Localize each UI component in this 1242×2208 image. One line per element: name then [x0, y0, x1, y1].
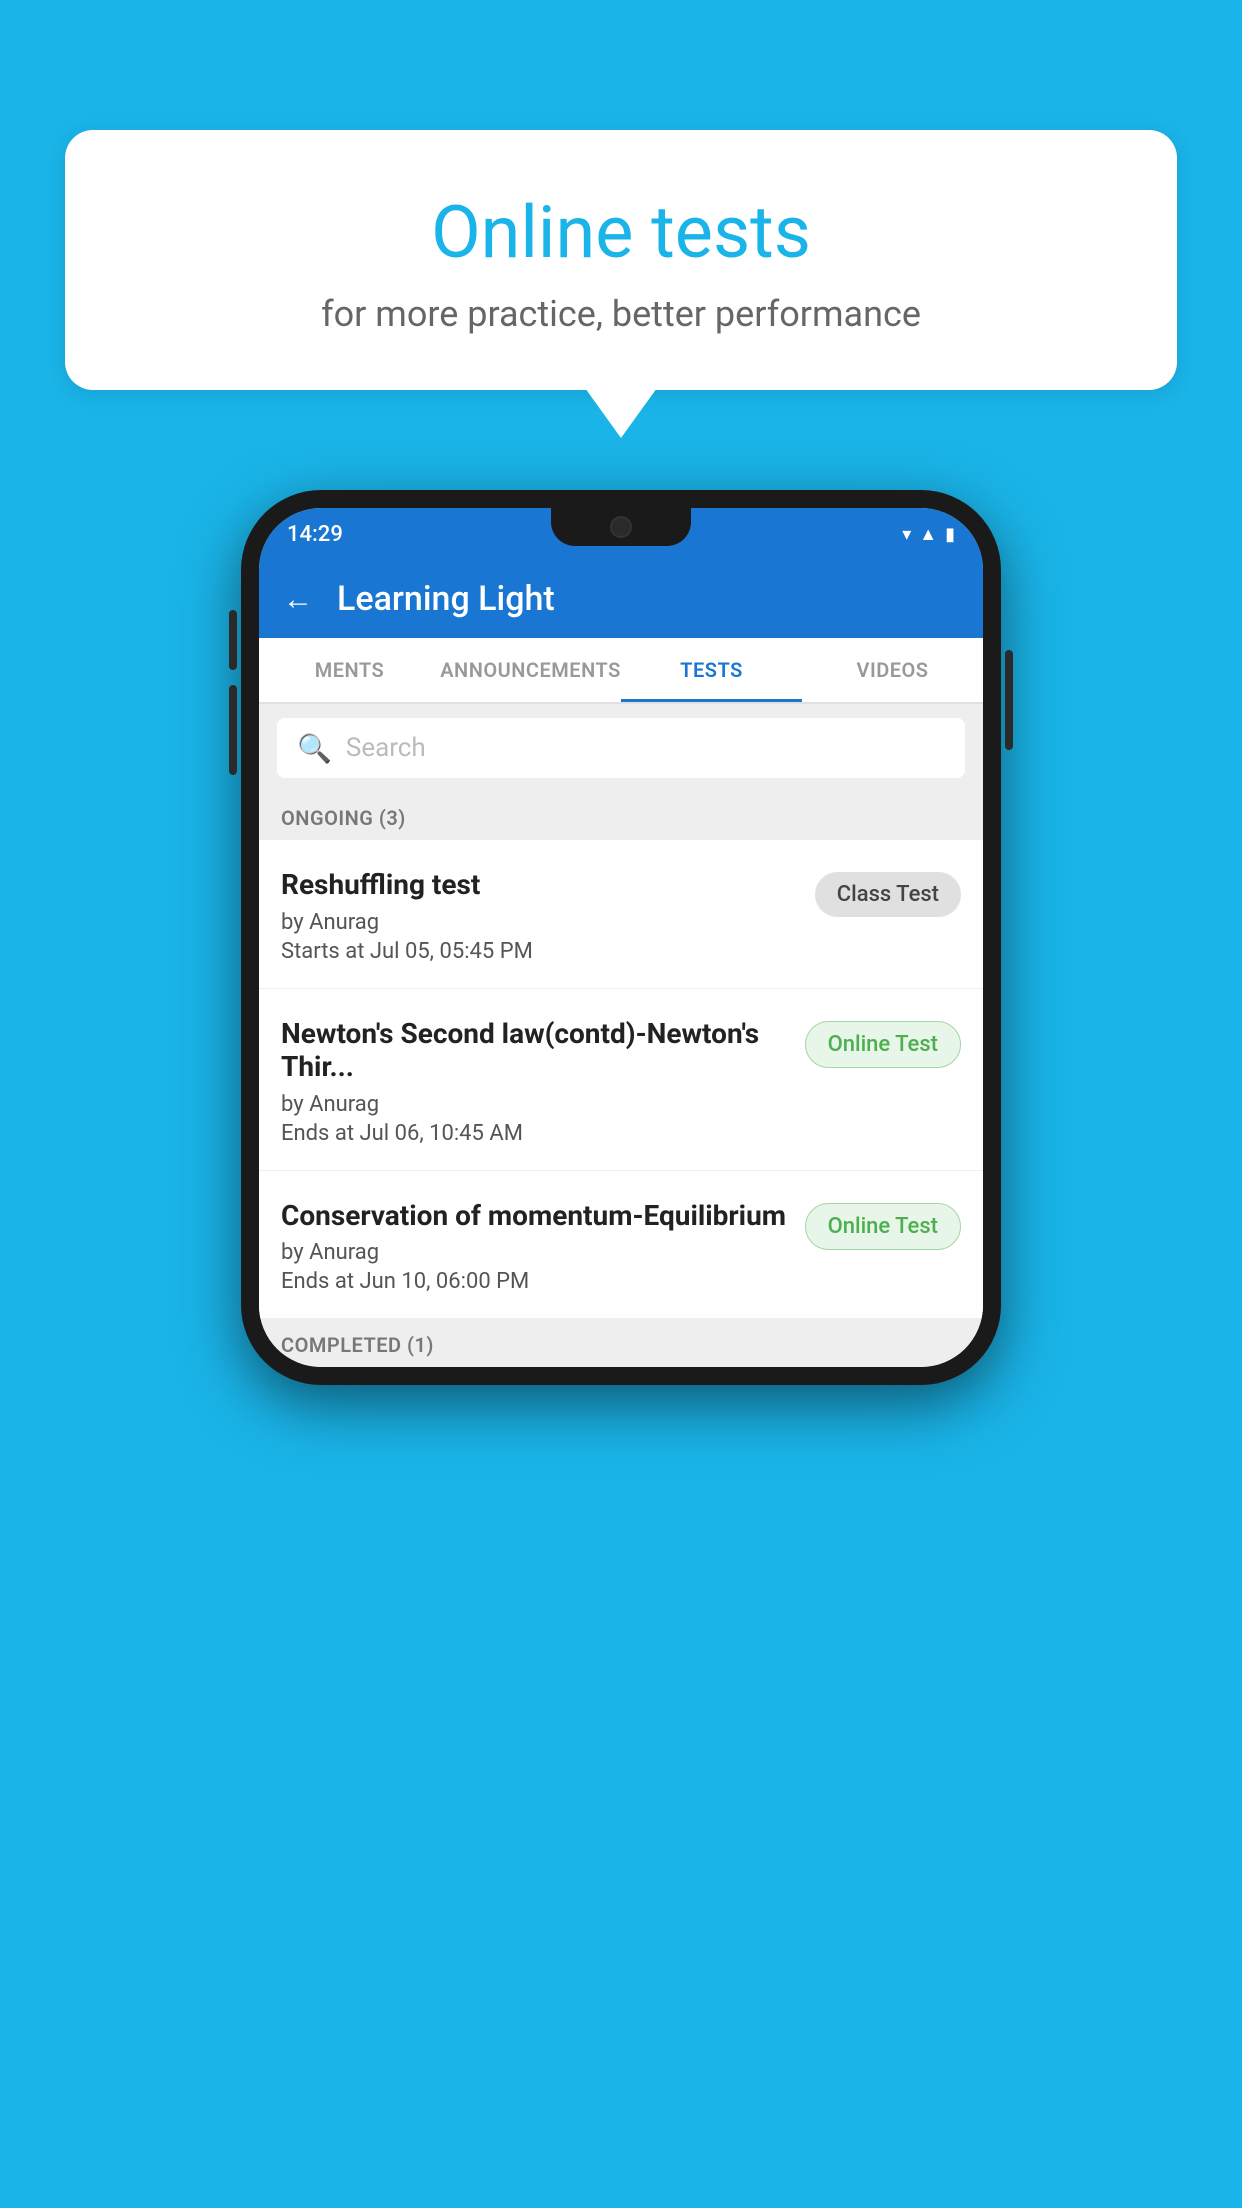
test-list: Reshuffling test by Anurag Starts at Jul… [259, 840, 983, 1319]
test-item-2[interactable]: Newton's Second law(contd)-Newton's Thir… [259, 989, 983, 1171]
completed-section-header: COMPLETED (1) [259, 1319, 983, 1367]
test-content-3: Conservation of momentum-Equilibrium by … [281, 1199, 805, 1295]
tab-tests[interactable]: TESTS [621, 638, 802, 702]
test-badge-2: Online Test [805, 1021, 961, 1068]
test-author-1: by Anurag [281, 910, 799, 935]
test-time-1: Starts at Jul 05, 05:45 PM [281, 939, 799, 964]
test-time-3: Ends at Jun 10, 06:00 PM [281, 1269, 789, 1294]
ongoing-section-header: ONGOING (3) [259, 792, 983, 840]
speech-bubble: Online tests for more practice, better p… [65, 130, 1177, 390]
battery-icon: ▮ [945, 524, 955, 545]
tabs-bar: MENTS ANNOUNCEMENTS TESTS VIDEOS [259, 638, 983, 704]
test-name-2: Newton's Second law(contd)-Newton's Thir… [281, 1017, 789, 1084]
test-author-2: by Anurag [281, 1092, 789, 1117]
search-icon: 🔍 [297, 732, 332, 765]
search-placeholder: Search [346, 733, 426, 763]
front-camera [610, 516, 632, 538]
test-content-1: Reshuffling test by Anurag Starts at Jul… [281, 868, 815, 964]
tab-announcements[interactable]: ANNOUNCEMENTS [440, 638, 621, 702]
test-name-3: Conservation of momentum-Equilibrium [281, 1199, 789, 1233]
app-title: Learning Light [337, 579, 555, 619]
app-bar: ← Learning Light [259, 560, 983, 638]
test-content-2: Newton's Second law(contd)-Newton's Thir… [281, 1017, 805, 1146]
wifi-icon: ▾ [902, 524, 911, 545]
phone-mockup: 14:29 ▾ ▲ ▮ ← Learning Light MENTS ANNOU… [241, 490, 1001, 1385]
tab-ments[interactable]: MENTS [259, 638, 440, 702]
search-container: 🔍 Search [259, 704, 983, 792]
test-badge-3: Online Test [805, 1203, 961, 1250]
bubble-title: Online tests [115, 190, 1127, 275]
test-name-1: Reshuffling test [281, 868, 799, 902]
bubble-subtitle: for more practice, better performance [115, 293, 1127, 335]
signal-icon: ▲ [919, 524, 937, 545]
phone-screen: 14:29 ▾ ▲ ▮ ← Learning Light MENTS ANNOU… [259, 508, 983, 1367]
test-item-1[interactable]: Reshuffling test by Anurag Starts at Jul… [259, 840, 983, 989]
test-author-3: by Anurag [281, 1240, 789, 1265]
power-button [1005, 650, 1013, 750]
search-box[interactable]: 🔍 Search [277, 718, 965, 778]
test-item-3[interactable]: Conservation of momentum-Equilibrium by … [259, 1171, 983, 1320]
test-time-2: Ends at Jul 06, 10:45 AM [281, 1121, 789, 1146]
volume-down-button [229, 685, 237, 775]
back-button[interactable]: ← [283, 582, 313, 617]
tab-videos[interactable]: VIDEOS [802, 638, 983, 702]
status-icons: ▾ ▲ ▮ [902, 524, 955, 545]
test-badge-1: Class Test [815, 872, 961, 917]
phone-outer: 14:29 ▾ ▲ ▮ ← Learning Light MENTS ANNOU… [241, 490, 1001, 1385]
volume-up-button [229, 610, 237, 670]
status-time: 14:29 [287, 522, 343, 547]
phone-notch [551, 508, 691, 546]
